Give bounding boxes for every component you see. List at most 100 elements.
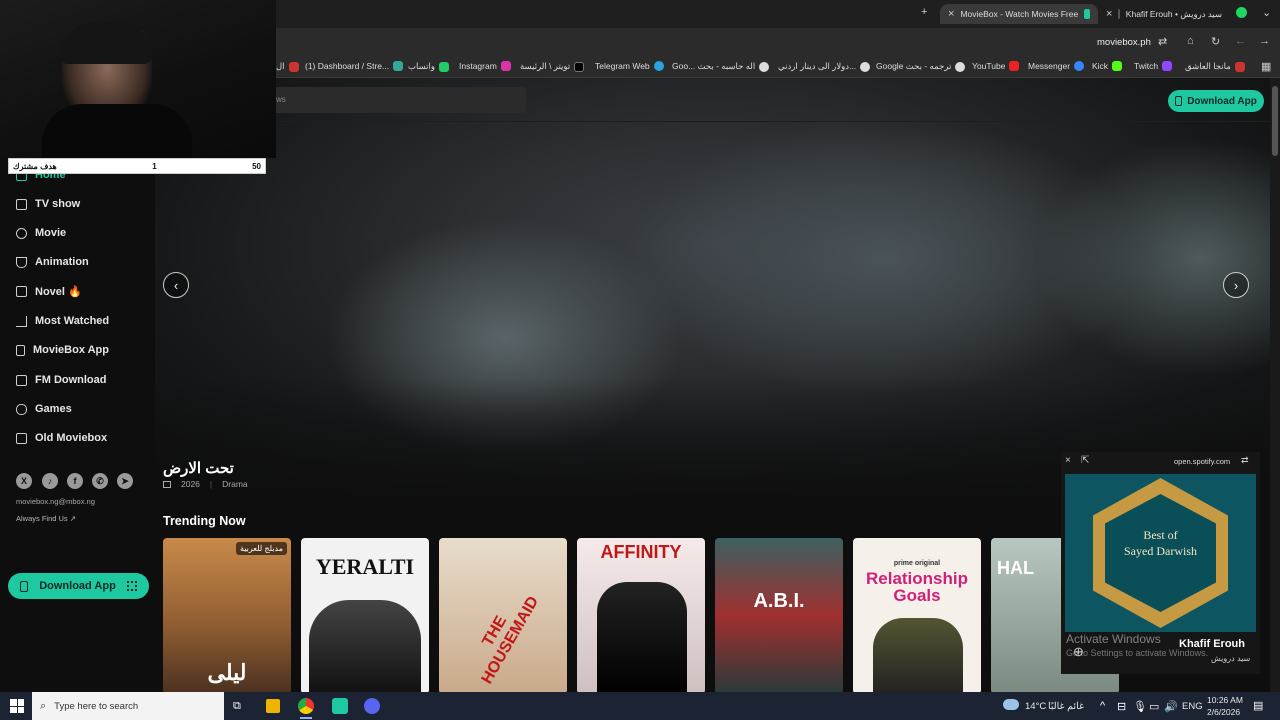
always-find-us-link[interactable]: Always Find Us ↗ (16, 514, 76, 523)
discord-icon[interactable] (364, 698, 380, 714)
tab-moviebox[interactable]: × MovieBox - Watch Movies Free (940, 4, 1098, 24)
sidebar-item-games[interactable]: Games (16, 403, 72, 415)
sidebar-item-tv-show[interactable]: TV show (16, 198, 80, 210)
weather-temp[interactable]: 14°C (1025, 701, 1046, 712)
home-icon[interactable]: ⌂ (1187, 35, 1194, 47)
poster-card[interactable]: AFFINITY (577, 538, 705, 692)
microphone-icon[interactable]: 🎙 (1133, 700, 1147, 713)
bookmark-item[interactable]: Telegram Web (595, 61, 664, 71)
goal-progress-bar: هدف مشترك 1 50 (8, 158, 266, 174)
bookmark-item[interactable]: Messenger (1028, 61, 1085, 71)
bookmark-item[interactable]: واتساب (408, 61, 450, 72)
poster-card[interactable]: مدبلج للعربية ليلى (163, 538, 291, 692)
poster-card[interactable]: A.B.I. (715, 538, 843, 692)
whatsapp-icon[interactable]: ✆ (92, 473, 108, 489)
poster-card[interactable]: prime original Relationship Goals (853, 538, 981, 692)
volume-icon[interactable]: 🔊 (1164, 700, 1178, 713)
streamer-shirt (42, 104, 192, 158)
moviebox-favicon-icon (1084, 9, 1090, 19)
new-tab-icon[interactable]: + (921, 6, 927, 18)
sidebar-item-fm-download[interactable]: FM Download (16, 374, 107, 386)
album-art: Best of Sayed Darwish (1065, 474, 1256, 632)
tab-search-icon[interactable]: ⌄ (1262, 6, 1271, 19)
battery-icon[interactable]: ▭ (1149, 700, 1159, 713)
facebook-icon[interactable]: f (67, 473, 83, 489)
bookmark-item[interactable]: Kick (1092, 61, 1123, 71)
tv-icon (16, 198, 27, 210)
file-explorer-icon[interactable] (266, 699, 280, 713)
hero-title[interactable]: تحت الارض (163, 459, 234, 477)
bookmark-item[interactable]: Google ترجمه - بحث (876, 61, 966, 72)
sidebar-item-most-watched[interactable]: Most Watched (16, 315, 109, 327)
archive-icon (16, 432, 27, 444)
forward-icon[interactable]: ← (1235, 35, 1246, 47)
animation-icon (16, 256, 27, 268)
sidebar-item-novel[interactable]: Novel 🔥 (16, 285, 82, 298)
chart-icon (16, 315, 27, 327)
keyboard-language[interactable]: ENG (1182, 701, 1203, 712)
search-input[interactable]: ws (274, 87, 526, 113)
album-title-line1: Best of (1143, 528, 1178, 542)
book-icon (16, 286, 27, 297)
contact-email[interactable]: moviebox.ng@mbox.ng (16, 497, 95, 506)
goal-target: 50 (252, 161, 261, 171)
bookmark-item[interactable]: مانجا العاشق (1185, 61, 1245, 72)
taskbar-search-box[interactable]: ⌕ Type here to search (32, 692, 224, 720)
goal-current: 1 (152, 161, 157, 171)
windows-start-icon[interactable] (10, 699, 24, 713)
tab-spotify[interactable]: × Khafif Erouh • سيد درويش (1098, 4, 1230, 24)
url-text[interactable]: moviebox.ph (1097, 37, 1151, 48)
x-twitter-icon[interactable]: X (16, 473, 32, 489)
download-app-button[interactable]: Download App (1168, 90, 1264, 112)
page-favicon-icon (1118, 9, 1120, 19)
sidebar-item-movie[interactable]: Movie (16, 227, 66, 239)
scrollbar-thumb[interactable] (1272, 86, 1278, 156)
chevron-up-icon[interactable]: ^ (1100, 700, 1105, 712)
sidebar-item-moviebox-app[interactable]: MovieBox App (16, 344, 109, 356)
reload-icon[interactable]: ↻ (1211, 35, 1220, 48)
page-scrollbar[interactable] (1270, 78, 1280, 692)
pip-host: open.spotify.com (1174, 457, 1231, 466)
all-bookmarks-icon[interactable]: ▦ (1261, 60, 1271, 73)
clock-date[interactable]: 2/6/2026 (1207, 707, 1240, 717)
activate-windows-title: Activate Windows (1066, 632, 1161, 646)
chevron-right-icon: › (1233, 277, 1239, 293)
task-view-icon[interactable]: ⧉ (233, 700, 241, 713)
hero-prev-button[interactable]: ‹ (163, 272, 189, 298)
chrome-icon[interactable] (298, 698, 314, 714)
bookmark-item[interactable]: Twitch (1134, 61, 1173, 71)
bookmark-item[interactable]: YouTube (972, 61, 1020, 71)
network-icon[interactable]: ⊟ (1117, 700, 1126, 713)
telegram-icon[interactable]: ➤ (117, 473, 133, 489)
tiktok-icon[interactable]: ♪ (42, 473, 58, 489)
track-artist[interactable]: سيد درويش (1211, 654, 1250, 663)
back-icon[interactable]: → (1259, 35, 1270, 47)
hero-next-button[interactable]: › (1223, 272, 1249, 298)
back-to-tab-icon[interactable]: ⇱ (1081, 455, 1089, 466)
close-icon[interactable]: × (948, 8, 954, 20)
streamer-hair (60, 22, 152, 64)
sidebar-item-animation[interactable]: Animation (16, 256, 89, 268)
notifications-icon[interactable]: ▤ (1253, 699, 1263, 712)
poster-card[interactable]: YERALTI (301, 538, 429, 692)
sidebar-item-old-moviebox[interactable]: Old Moviebox (16, 432, 107, 444)
weather-cloud-icon[interactable] (1003, 699, 1019, 710)
bookmark-item[interactable]: Instagram (459, 61, 511, 71)
profile-icon[interactable] (1236, 7, 1247, 21)
windows-taskbar: ⌕ Type here to search ⧉ 14°C غائم غالبًا… (0, 692, 1280, 720)
moviebox-app-icon[interactable] (332, 698, 348, 714)
site-settings-icon[interactable]: ⇄ (1241, 455, 1249, 466)
close-icon[interactable]: × (1065, 455, 1071, 466)
site-settings-icon[interactable]: ⇄ (1158, 35, 1167, 48)
bookmark-item[interactable]: Goo... اله حاسبه - بحث (672, 61, 770, 72)
clock-time[interactable]: 10:26 AM (1207, 695, 1243, 705)
bookmark-item[interactable]: تويتر \ الرئيسة (520, 61, 585, 72)
poster-card[interactable]: THE HOUSEMAID (439, 538, 567, 692)
bookmark-item[interactable]: دولار الى دينار اردني... (778, 61, 871, 72)
bookmark-item[interactable]: ال (276, 61, 299, 72)
close-icon[interactable]: × (1106, 8, 1112, 20)
weather-text[interactable]: غائم غالبًا (1048, 701, 1084, 712)
poster-title: ليلى (207, 660, 247, 685)
sidebar-download-app-button[interactable]: Download App (8, 573, 149, 599)
bookmark-item[interactable]: (1) Dashboard / Stre... (305, 61, 404, 71)
